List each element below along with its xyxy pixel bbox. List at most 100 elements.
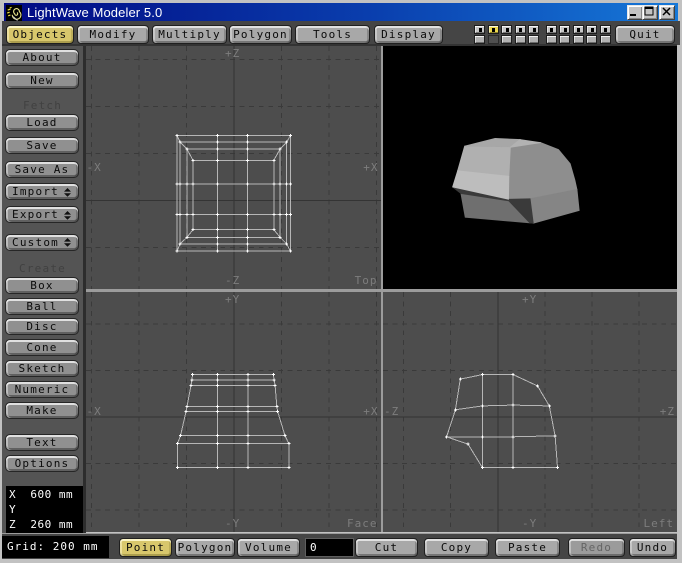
sidebar-button-label: Ball <box>26 300 57 313</box>
sidebar-button-text[interactable]: Text <box>5 434 79 451</box>
layout-preset-indicator-3[interactable] <box>501 25 512 34</box>
layout-preset-indicator-8[interactable] <box>573 25 584 34</box>
layout-preset-button-10[interactable] <box>600 35 611 44</box>
sidebar-button-label: Make <box>26 404 57 417</box>
sidebar-button-save[interactable]: Save <box>5 137 79 154</box>
preview-object-face <box>509 143 578 200</box>
action-button-copy[interactable]: Copy <box>424 538 489 557</box>
sidebar-button-label: Box <box>30 279 53 292</box>
sidebar-button-import[interactable]: Import <box>5 183 79 200</box>
sidebar-button-custom[interactable]: Custom <box>5 234 79 251</box>
tab-polygon[interactable]: Polygon <box>229 25 292 44</box>
sidebar-button-new[interactable]: New <box>5 72 79 89</box>
layout-preset-indicator-10[interactable] <box>600 25 611 34</box>
sidebar-button-label: Import <box>12 185 59 198</box>
tab-multiply[interactable]: Multiply <box>152 25 227 44</box>
layout-preset-button-2[interactable] <box>488 35 499 44</box>
action-button-paste[interactable]: Paste <box>495 538 560 557</box>
sidebar-button-label: Options <box>15 457 70 470</box>
sidebar-button-label: About <box>22 51 61 64</box>
layout-preset-indicator-6[interactable] <box>546 25 557 34</box>
axis-label-top: +Y <box>522 293 537 306</box>
sidebar-button-label: New <box>30 74 53 87</box>
axis-label-right: +X <box>363 161 378 174</box>
sidebar-button-disc[interactable]: Disc <box>5 318 79 335</box>
layout-preset-indicator-5[interactable] <box>528 25 539 34</box>
sidebar-button-label: Text <box>26 436 57 449</box>
layout-preset-dot <box>550 28 553 32</box>
mode-button-volume[interactable]: Volume <box>237 538 300 557</box>
viewport-left-canvas <box>383 292 677 533</box>
sidebar-button-sketch[interactable]: Sketch <box>5 360 79 377</box>
sidebar-button-label: Cone <box>26 341 57 354</box>
sidebar-label-fetch: Fetch <box>2 99 83 112</box>
layout-preset-indicator-9[interactable] <box>586 25 597 34</box>
layout-preset-indicator-2[interactable] <box>488 25 499 34</box>
action-button-cut[interactable]: Cut <box>355 538 418 557</box>
sidebar-button-load[interactable]: Load <box>5 114 79 131</box>
quit-button[interactable]: Quit <box>615 25 675 44</box>
layout-preset-button-6[interactable] <box>546 35 557 44</box>
viewport-name-left: Left <box>644 517 675 530</box>
axis-label-top: +Y <box>225 293 240 306</box>
layout-preset-button-3[interactable] <box>501 35 512 44</box>
axis-label-bottom: -Y <box>225 517 240 530</box>
layout-preset-button-9[interactable] <box>586 35 597 44</box>
layout-preset-indicator-1[interactable] <box>474 25 485 34</box>
tab-modify[interactable]: Modify <box>77 25 149 44</box>
axis-label-right: +X <box>363 405 378 418</box>
layout-preset-button-8[interactable] <box>573 35 584 44</box>
mode-button-polygon[interactable]: Polygon <box>175 538 235 557</box>
tab-display[interactable]: Display <box>374 25 443 44</box>
layout-preset-indicator-4[interactable] <box>515 25 526 34</box>
sidebar-button-make[interactable]: Make <box>5 402 79 419</box>
sidebar-button-label: Save <box>26 139 57 152</box>
layout-preset-dot <box>519 28 522 32</box>
axis-label-top: +Z <box>225 47 240 60</box>
preview-object-face <box>465 138 520 146</box>
sidebar-button-box[interactable]: Box <box>5 277 79 294</box>
sidebar-button-options[interactable]: Options <box>5 455 79 472</box>
action-button-redo: Redo <box>568 538 625 557</box>
viewport-top-canvas <box>86 46 381 289</box>
viewport-divider-horizontal[interactable] <box>86 289 678 292</box>
sidebar-button-label: Export <box>12 208 59 221</box>
title-bar[interactable]: LightWave Modeler 5.0 <box>4 3 678 21</box>
action-button-undo[interactable]: Undo <box>629 538 676 557</box>
tab-objects[interactable]: Objects <box>6 25 74 44</box>
axis-label-left: -X <box>87 161 102 174</box>
axis-label-left: -X <box>87 405 102 418</box>
app-icon[interactable] <box>6 5 22 21</box>
viewport-face[interactable]: +Y-X+X-YFace <box>86 292 381 533</box>
sidebar-button-label: Load <box>26 116 57 129</box>
layout-preset-button-4[interactable] <box>515 35 526 44</box>
sidebar-button-save-as[interactable]: Save As <box>5 161 79 178</box>
maximize-button[interactable] <box>642 5 658 20</box>
close-button[interactable] <box>659 5 675 20</box>
sidebar-button-about[interactable]: About <box>5 49 79 66</box>
layout-preset-dot <box>479 28 482 32</box>
selection-count-field[interactable]: 0 <box>305 538 354 557</box>
sidebar-button-export[interactable]: Export <box>5 206 79 223</box>
layout-preset-button-7[interactable] <box>559 35 570 44</box>
viewport-left[interactable]: +Y-Z+Z-YLeft <box>383 292 677 533</box>
layout-preset-indicator-7[interactable] <box>559 25 570 34</box>
axis-label-bottom: -Z <box>225 274 240 287</box>
sidebar-button-ball[interactable]: Ball <box>5 298 79 315</box>
axis-label-right: +Z <box>660 405 675 418</box>
mode-button-point[interactable]: Point <box>119 538 172 557</box>
sidebar-button-label: Numeric <box>15 383 70 396</box>
popup-arrows-icon <box>64 211 71 220</box>
viewport-top[interactable]: +Z-X+X-ZTop <box>86 46 381 289</box>
sidebar-button-numeric[interactable]: Numeric <box>5 381 79 398</box>
sidebar-button-cone[interactable]: Cone <box>5 339 79 356</box>
app-window: LightWave Modeler 5.0 ObjectsModifyMulti… <box>0 0 682 563</box>
minimize-button[interactable] <box>627 5 643 20</box>
viewport-preview[interactable] <box>383 46 677 289</box>
layout-preset-button-1[interactable] <box>474 35 485 44</box>
tab-tools[interactable]: Tools <box>295 25 370 44</box>
layout-preset-button-5[interactable] <box>528 35 539 44</box>
sidebar-button-label: Sketch <box>19 362 66 375</box>
layout-preset-dot <box>604 28 607 32</box>
layout-preset-dot <box>506 28 509 32</box>
